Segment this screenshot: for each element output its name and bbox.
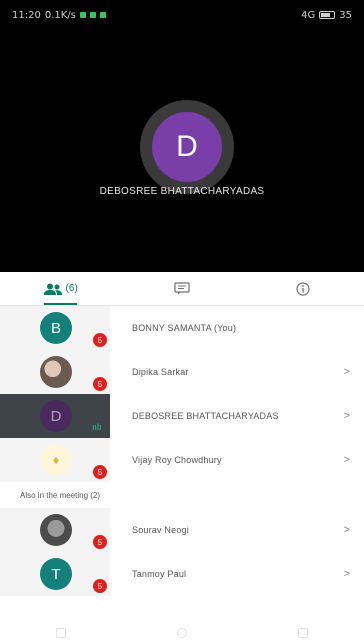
participants-list: B 5 BONNY SAMANTA (You) 5 Dipika Sarkar … [0,306,364,596]
back-icon[interactable] [298,628,309,638]
battery-icon [319,11,336,19]
notification-icon [79,12,86,18]
notification-icon [99,12,106,18]
tab-bar: (6) [0,272,364,306]
status-time: 11:20 [12,9,41,21]
info-icon [296,281,310,296]
mic-muted-badge: 5 [93,535,107,549]
participant-row[interactable]: 5 Sourav Neogi > [0,508,364,552]
mic-muted-badge: 5 [93,465,107,479]
participant-row[interactable]: 5 Dipika Sarkar > [0,350,364,394]
participant-name: Dipika Sarkar [132,367,189,377]
participant-row[interactable]: T 5 Tanmoy Paul > [0,552,364,596]
tab-info[interactable] [243,272,364,305]
status-left: 11:20 0.1K/s [12,10,106,21]
avatar: ♦ [40,444,72,476]
active-speaker-avatar[interactable]: D [152,112,222,182]
battery-level: 35 [339,9,352,21]
avatar-photo [40,514,72,546]
chevron-right-icon[interactable]: > [344,438,350,482]
avatar-area: B 5 [0,306,110,350]
mic-muted-badge: 5 [93,333,107,347]
avatar: B [40,312,72,344]
chevron-right-icon[interactable]: > [344,350,350,394]
status-bar: 11:20 0.1K/s 4G 35 [0,0,364,30]
participant-count: (6) [65,283,78,294]
home-icon[interactable] [176,628,187,638]
participant-row[interactable]: ♦ 5 Vijay Roy Chowdhury > [0,438,364,482]
participant-row[interactable]: B 5 BONNY SAMANTA (You) [0,306,364,350]
tab-chat[interactable] [121,272,242,305]
participant-name: DEBOSREE BHATTACHARYADAS [132,411,279,421]
recents-icon[interactable] [55,628,66,638]
participant-name: Tanmoy Paul [132,569,187,579]
avatar-area: 5 [0,350,110,394]
status-right: 4G 35 [301,10,352,21]
mic-muted-badge: 5 [93,377,107,391]
participant-row-active-speaker[interactable]: D ıılı DEBOSREE BHATTACHARYADAS > [0,394,364,438]
chat-icon [174,282,190,295]
network-type: 4G [301,9,316,21]
chevron-right-icon[interactable]: > [344,552,350,596]
participant-name: BONNY SAMANTA (You) [132,323,237,333]
avatar: D [40,400,72,432]
avatar-photo [40,356,72,388]
avatar-area: 5 [0,508,110,552]
avatar-area: D ıılı [0,394,110,438]
video-stage: 11:20 0.1K/s 4G 35 D DEBOSREE BHATTACHAR… [0,0,364,272]
avatar: T [40,558,72,590]
active-speaker-name: DEBOSREE BHATTACHARYADAS [99,186,265,197]
participant-name: Sourav Neogi [132,525,189,535]
participant-name: Vijay Roy Chowdhury [132,455,222,465]
avatar-area: ♦ 5 [0,438,110,482]
people-icon [43,283,62,295]
system-nav-bar [0,623,364,643]
section-header-also-in-meeting: Also in the meeting (2) [0,482,364,508]
notification-icon [89,12,96,18]
mic-muted-badge: 5 [93,579,107,593]
chevron-right-icon[interactable]: > [344,394,350,438]
avatar-area: T 5 [0,552,110,596]
audio-level-icon: ıılı [92,422,102,432]
tab-participants[interactable]: (6) [0,272,121,305]
network-speed: 0.1K/s [44,9,76,21]
chevron-right-icon[interactable]: > [344,508,350,552]
